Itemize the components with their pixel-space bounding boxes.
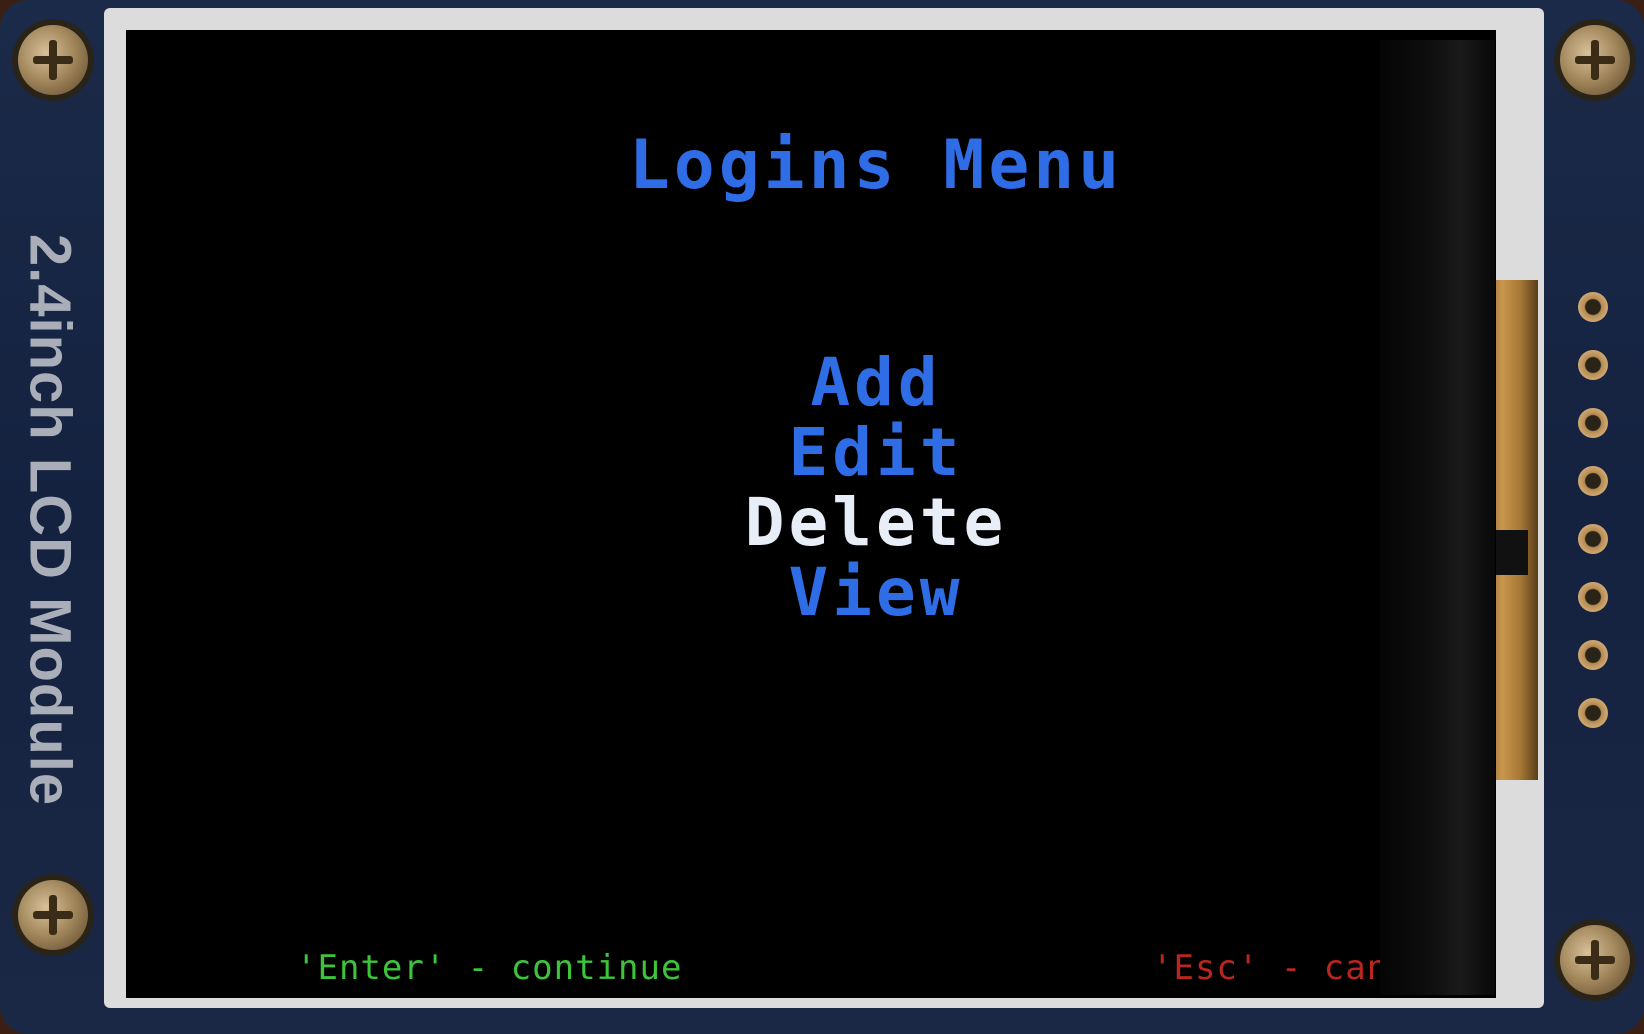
screw-top-right-icon	[1560, 25, 1630, 95]
enter-continue-hint: 'Enter' - continue	[296, 948, 683, 988]
screw-bottom-right-icon	[1560, 925, 1630, 995]
lcd-screen: Logins Menu Add Edit Delete View 'Enter'…	[126, 30, 1496, 998]
header-pin-icon	[1578, 640, 1608, 670]
screw-top-left-icon	[18, 25, 88, 95]
screen-edge-shadow	[1380, 40, 1495, 995]
screw-bottom-left-icon	[18, 880, 88, 950]
lcd-module-board: 2.4inch LCD Module Logins Menu Add Edit …	[0, 0, 1644, 1034]
header-pin-icon	[1578, 698, 1608, 728]
header-pin-icon	[1578, 292, 1608, 322]
module-label: 2.4inch LCD Module	[17, 233, 83, 807]
